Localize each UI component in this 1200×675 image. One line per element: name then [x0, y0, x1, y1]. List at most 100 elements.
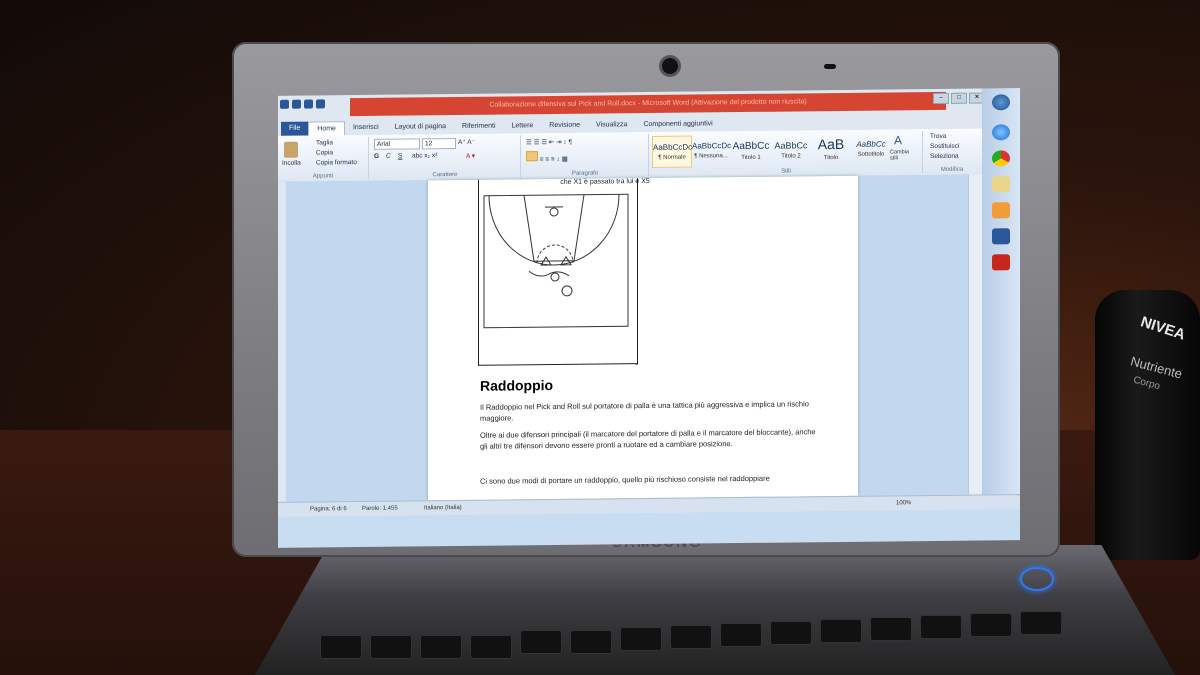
tab-view[interactable]: Visualizza	[588, 118, 635, 132]
document-area: che X1 è passato tra lui e X5 Raddoppio …	[286, 174, 982, 502]
copy-button[interactable]: Copia	[316, 149, 333, 156]
tab-references[interactable]: Riferimenti	[454, 120, 503, 135]
key[interactable]	[620, 627, 662, 651]
paragraph-2: Oltre ai due difensori principali (il ma…	[480, 427, 816, 451]
key[interactable]	[720, 623, 762, 647]
media-player-icon[interactable]	[992, 202, 1010, 219]
grow-font-icon[interactable]: A⁺ A⁻	[458, 138, 475, 146]
zoom-level[interactable]: 100%	[896, 500, 911, 506]
tab-home[interactable]: Home	[308, 120, 345, 137]
align-icons[interactable]: ≡ ≡ ≡ ↕ ▦	[526, 151, 568, 163]
basketball-court-icon	[483, 193, 629, 329]
style-no-spacing[interactable]: AaBbCcDc ¶ Nessuna...	[692, 135, 732, 165]
tab-layout[interactable]: Layout di pagina	[387, 120, 454, 135]
bottle-line2: Corpo	[1132, 374, 1162, 393]
style-name: Titolo	[823, 155, 839, 162]
webcam	[662, 58, 678, 74]
internet-explorer-icon[interactable]	[992, 124, 1010, 141]
paragraph-3: Ci sono due modi di portare un raddoppio…	[480, 473, 770, 486]
key[interactable]	[670, 625, 712, 649]
styles-group: AaBbCcDc ¶ Normale AaBbCcDc ¶ Nessuna...…	[650, 131, 923, 176]
style-name: ¶ Normale	[658, 154, 686, 161]
save-icon[interactable]	[292, 99, 301, 109]
key[interactable]	[970, 613, 1012, 637]
style-name: Titolo 2	[781, 153, 801, 160]
key[interactable]	[770, 621, 812, 645]
screen: Collaborazione difensiva sul Pick and Ro…	[278, 88, 1020, 548]
tab-addins[interactable]: Componenti aggiuntivi	[635, 117, 720, 132]
tab-file[interactable]: File	[281, 121, 309, 136]
cut-button[interactable]: Taglia	[316, 139, 333, 146]
style-preview: AaBbCc	[856, 139, 886, 149]
bold-button[interactable]: G	[374, 153, 379, 160]
style-preview: AaBbCcDc	[653, 142, 693, 152]
word-taskbar-icon[interactable]	[992, 228, 1010, 245]
document-page[interactable]: che X1 è passato tra lui e X5 Raddoppio …	[428, 175, 858, 501]
style-preview: AaB	[817, 135, 845, 153]
paste-icon[interactable]	[284, 141, 298, 158]
clipboard-label: Appunti	[312, 173, 334, 180]
font-color-icon[interactable]: A ▾	[466, 152, 475, 160]
replace-button[interactable]: Sostituisci	[930, 143, 959, 150]
vertical-ruler	[278, 181, 286, 502]
key[interactable]	[520, 630, 562, 654]
paragraph-label: Paragrafo	[571, 170, 599, 177]
start-button-icon[interactable]	[992, 94, 1010, 111]
select-button[interactable]: Seleziona	[930, 153, 959, 160]
format-painter-button[interactable]: Copia formato	[316, 159, 357, 166]
key[interactable]	[820, 619, 862, 643]
power-button[interactable]	[1020, 567, 1054, 591]
change-styles-icon[interactable]: A	[894, 133, 902, 147]
court-diagram: che X1 è passato tra lui e X5	[478, 178, 650, 366]
keyboard	[300, 595, 1160, 675]
key[interactable]	[570, 630, 612, 654]
style-preview: AaBbCc	[774, 140, 808, 151]
key[interactable]	[920, 615, 962, 639]
windows-taskbar	[982, 88, 1020, 495]
maximize-button[interactable]: □	[951, 92, 967, 104]
key[interactable]	[420, 635, 462, 659]
section-heading: Raddoppio	[480, 377, 554, 394]
chrome-icon[interactable]	[992, 150, 1010, 167]
style-heading1[interactable]: AaBbCc Titolo 1	[732, 135, 770, 165]
minimize-button[interactable]: –	[933, 92, 949, 105]
bullets-icon[interactable]: ☰ ☰ ☰ ⇤ ⇥ ↕ ¶	[526, 138, 572, 146]
tab-review[interactable]: Revisione	[541, 119, 588, 133]
editing-group: Trova Sostituisci Seleziona Modifica	[924, 131, 980, 174]
font-size-select[interactable]: 12	[422, 138, 456, 150]
acrobat-icon[interactable]	[992, 254, 1010, 271]
strikethrough-icon[interactable]: abc x₂ x²	[412, 152, 437, 159]
undo-icon[interactable]	[304, 99, 313, 109]
word-count[interactable]: Parole: 1.455	[362, 506, 398, 512]
style-preview: AaBbCcDc	[692, 141, 732, 151]
tab-mailings[interactable]: Lettere	[504, 119, 542, 133]
key[interactable]	[470, 635, 512, 659]
editing-label: Modifica	[940, 166, 964, 173]
style-name: ¶ Nessuna...	[694, 153, 728, 160]
font-label: Carattere	[432, 172, 458, 179]
style-heading2[interactable]: AaBbCc Titolo 2	[772, 134, 810, 164]
paragraph-group: ☰ ☰ ☰ ⇤ ⇥ ↕ ¶ ≡ ≡ ≡ ↕ ▦ Paragrafo	[522, 134, 649, 178]
quick-access-toolbar	[280, 99, 325, 113]
style-title[interactable]: AaB Titolo	[812, 134, 850, 164]
font-name-select[interactable]: Arial	[374, 138, 420, 150]
page-count[interactable]: Pagina: 6 di 6	[310, 506, 347, 512]
underline-button[interactable]: S	[398, 153, 402, 160]
key[interactable]	[870, 617, 912, 641]
key[interactable]	[320, 635, 362, 659]
paste-button[interactable]: Incolla	[282, 160, 301, 167]
word-logo-icon	[280, 99, 289, 109]
find-button[interactable]: Trova	[930, 133, 946, 140]
italic-button[interactable]: C	[386, 153, 391, 160]
change-styles-button[interactable]: Cambia stili	[890, 149, 916, 161]
vertical-scrollbar[interactable]	[968, 174, 983, 495]
redo-icon[interactable]	[316, 99, 325, 109]
key[interactable]	[1020, 611, 1062, 635]
language[interactable]: Italiano (Italia)	[424, 505, 462, 511]
key[interactable]	[370, 635, 412, 659]
tab-insert[interactable]: Inserisci	[345, 121, 387, 135]
style-subtitle[interactable]: AaBbCc Sottotitolo	[852, 133, 890, 163]
explorer-icon[interactable]	[992, 176, 1010, 193]
window-title: Collaborazione difensiva sul Pick and Ro…	[350, 91, 946, 117]
style-normal[interactable]: AaBbCcDc ¶ Normale	[652, 135, 693, 168]
